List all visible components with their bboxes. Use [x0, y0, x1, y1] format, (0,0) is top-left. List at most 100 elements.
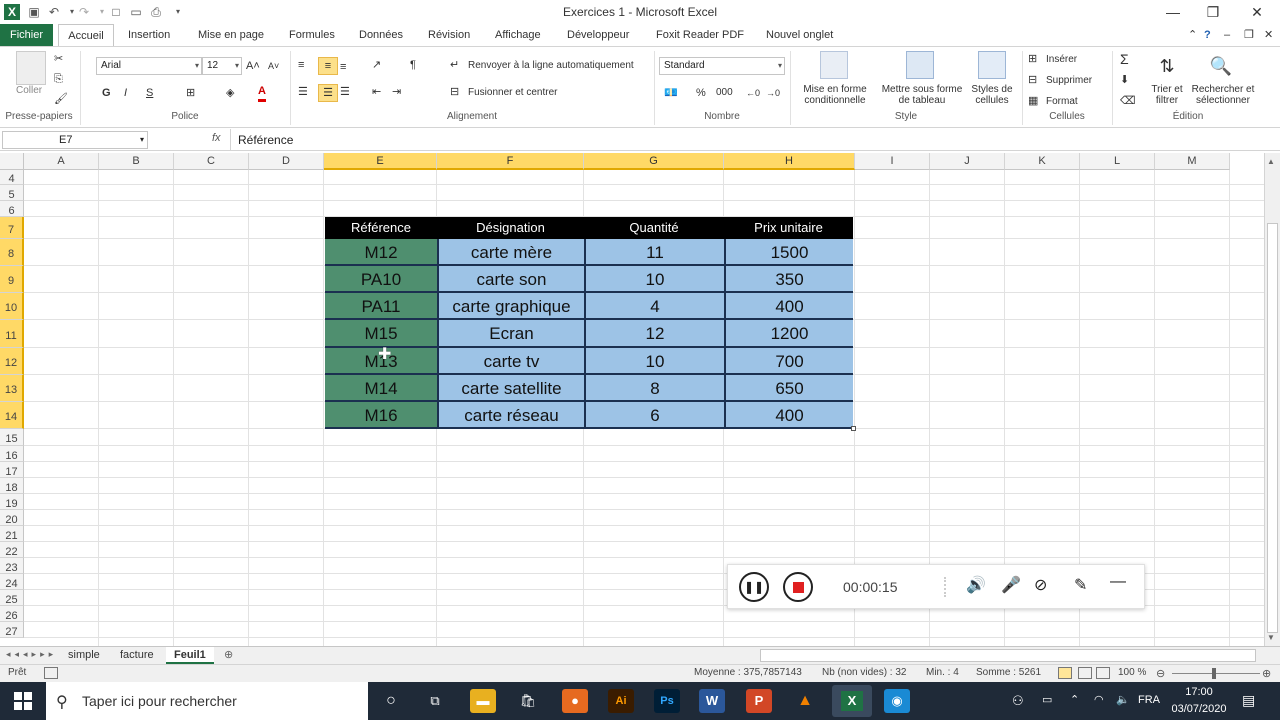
pause-button[interactable]: ❚❚: [739, 572, 769, 602]
number-format-combo[interactable]: Standard ▾: [659, 57, 785, 75]
photoshop-icon[interactable]: Ps: [654, 689, 680, 713]
excel-taskbar-icon[interactable]: X: [832, 685, 872, 717]
tab-foxit[interactable]: Foxit Reader PDF: [650, 24, 750, 46]
table-header-cell[interactable]: Quantité: [584, 217, 724, 239]
tab-home[interactable]: Accueil: [58, 24, 114, 47]
align-left-icon[interactable]: ☰: [298, 84, 308, 100]
tab-new[interactable]: Nouvel onglet: [760, 24, 839, 46]
column-header-g[interactable]: G: [584, 153, 724, 170]
text-direction-icon[interactable]: ¶: [410, 57, 416, 73]
row-header-11[interactable]: 11: [0, 320, 24, 348]
task-view-icon[interactable]: ⧉: [422, 689, 448, 713]
row-header-24[interactable]: 24: [0, 574, 24, 590]
align-top-icon[interactable]: ≡: [298, 57, 304, 73]
thousands-button[interactable]: 000: [716, 85, 733, 101]
select-all-button[interactable]: [0, 153, 24, 170]
vlc-icon[interactable]: ▲: [792, 689, 818, 713]
insert-cells-button[interactable]: Insérer: [1046, 54, 1077, 65]
grow-font-icon[interactable]: A˄: [246, 58, 260, 74]
orientation-icon[interactable]: ↗: [372, 57, 381, 73]
table-cell[interactable]: 6: [584, 402, 724, 429]
table-cell[interactable]: 350: [724, 266, 853, 293]
normal-view-icon[interactable]: [1058, 667, 1072, 679]
table-cell[interactable]: carte tv: [437, 348, 584, 375]
recorder-app-icon[interactable]: ◉: [884, 689, 910, 713]
cell-styles-icon[interactable]: [978, 51, 1006, 79]
delete-cells-button[interactable]: Supprimer: [1046, 75, 1092, 86]
row-header-26[interactable]: 26: [0, 606, 24, 622]
table-cell[interactable]: carte son: [437, 266, 584, 293]
table-cell[interactable]: 4: [584, 293, 724, 320]
clear-icon[interactable]: ⌫: [1120, 93, 1136, 109]
speaker-icon[interactable]: 🔊: [966, 575, 986, 595]
align-bottom-icon[interactable]: ≡: [340, 59, 346, 75]
people-icon[interactable]: ⚇: [1012, 693, 1024, 709]
row-header-23[interactable]: 23: [0, 558, 24, 574]
row-header-27[interactable]: 27: [0, 622, 24, 638]
paste-icon[interactable]: [16, 51, 46, 85]
doc-close-button[interactable]: ✕: [1258, 24, 1279, 46]
row-header-4[interactable]: 4: [0, 170, 24, 185]
find-select-button[interactable]: Rechercher et sélectionner: [1186, 84, 1260, 106]
decrease-decimal-icon[interactable]: →0: [766, 85, 780, 101]
close-button[interactable]: ✕: [1242, 2, 1272, 22]
formula-input[interactable]: Référence: [230, 129, 1266, 151]
row-header-12[interactable]: 12: [0, 348, 24, 375]
sort-filter-icon[interactable]: ⇅: [1154, 53, 1180, 79]
illustrator-icon[interactable]: Ai: [608, 689, 634, 713]
table-cell[interactable]: 8: [584, 375, 724, 402]
row-header-14[interactable]: 14: [0, 402, 24, 429]
column-header-h[interactable]: H: [724, 153, 855, 170]
stop-button[interactable]: [783, 572, 813, 602]
table-cell[interactable]: 11: [584, 239, 724, 266]
find-select-icon[interactable]: 🔍: [1208, 53, 1234, 79]
clock-date[interactable]: 03/07/2020: [1170, 703, 1228, 715]
cell-styles-button[interactable]: Styles de cellules: [968, 84, 1016, 106]
column-header-j[interactable]: J: [930, 153, 1005, 170]
shrink-font-icon[interactable]: A˅: [268, 58, 279, 74]
row-header-20[interactable]: 20: [0, 510, 24, 526]
zoom-out-icon[interactable]: ⊖: [1156, 667, 1165, 680]
format-cells-icon[interactable]: ▦: [1028, 93, 1038, 109]
wrap-text-icon[interactable]: ↵: [450, 57, 459, 73]
table-cell[interactable]: carte mère: [437, 239, 584, 266]
column-header-m[interactable]: M: [1155, 153, 1230, 170]
doc-restore-button[interactable]: ❐: [1238, 24, 1260, 46]
table-cell[interactable]: M14: [325, 375, 437, 402]
tab-insert[interactable]: Insertion: [122, 24, 176, 46]
insert-function-button[interactable]: fx: [212, 132, 221, 144]
scroll-thumb[interactable]: [1267, 223, 1278, 633]
tab-file[interactable]: Fichier: [0, 24, 54, 46]
bold-button[interactable]: G: [102, 85, 111, 101]
column-header-l[interactable]: L: [1080, 153, 1155, 170]
table-cell[interactable]: 400: [724, 293, 853, 320]
table-header-cell[interactable]: Désignation: [437, 217, 584, 239]
sheet-nav-icon[interactable]: ◂◂◂▸▸▸: [6, 649, 57, 660]
help-icon[interactable]: ?: [1198, 24, 1217, 46]
scroll-down-icon[interactable]: ▼: [1267, 633, 1275, 642]
store-icon[interactable]: 🛍: [515, 689, 541, 713]
table-cell[interactable]: carte réseau: [437, 402, 584, 429]
merge-center-button[interactable]: Fusionner et centrer: [468, 87, 558, 98]
scroll-up-icon[interactable]: ▲: [1267, 157, 1275, 166]
new-sheet-icon[interactable]: ⊕: [224, 648, 233, 661]
tab-page-layout[interactable]: Mise en page: [192, 24, 270, 46]
row-header-7[interactable]: 7: [0, 217, 24, 239]
collapse-icon[interactable]: —: [1110, 573, 1126, 591]
microphone-icon[interactable]: 🎤: [1001, 575, 1021, 595]
row-header-13[interactable]: 13: [0, 375, 24, 402]
notifications-icon[interactable]: ▤: [1242, 692, 1255, 709]
format-as-table-button[interactable]: Mettre sous forme de tableau: [876, 84, 968, 106]
format-as-table-icon[interactable]: [906, 51, 934, 79]
zoom-slider[interactable]: [1172, 673, 1260, 674]
row-header-17[interactable]: 17: [0, 462, 24, 478]
increase-decimal-icon[interactable]: ←0: [746, 85, 760, 101]
wrap-text-button[interactable]: Renvoyer à la ligne automatiquement: [468, 60, 634, 71]
camera-off-icon[interactable]: ⊘: [1034, 575, 1047, 595]
table-cell[interactable]: 1200: [724, 320, 853, 348]
table-header-cell[interactable]: Référence: [325, 217, 437, 239]
page-break-icon[interactable]: [1096, 667, 1110, 679]
clock-time[interactable]: 17:00: [1170, 686, 1228, 698]
doc-minimize-button[interactable]: –: [1218, 24, 1236, 46]
column-header-f[interactable]: F: [437, 153, 584, 170]
